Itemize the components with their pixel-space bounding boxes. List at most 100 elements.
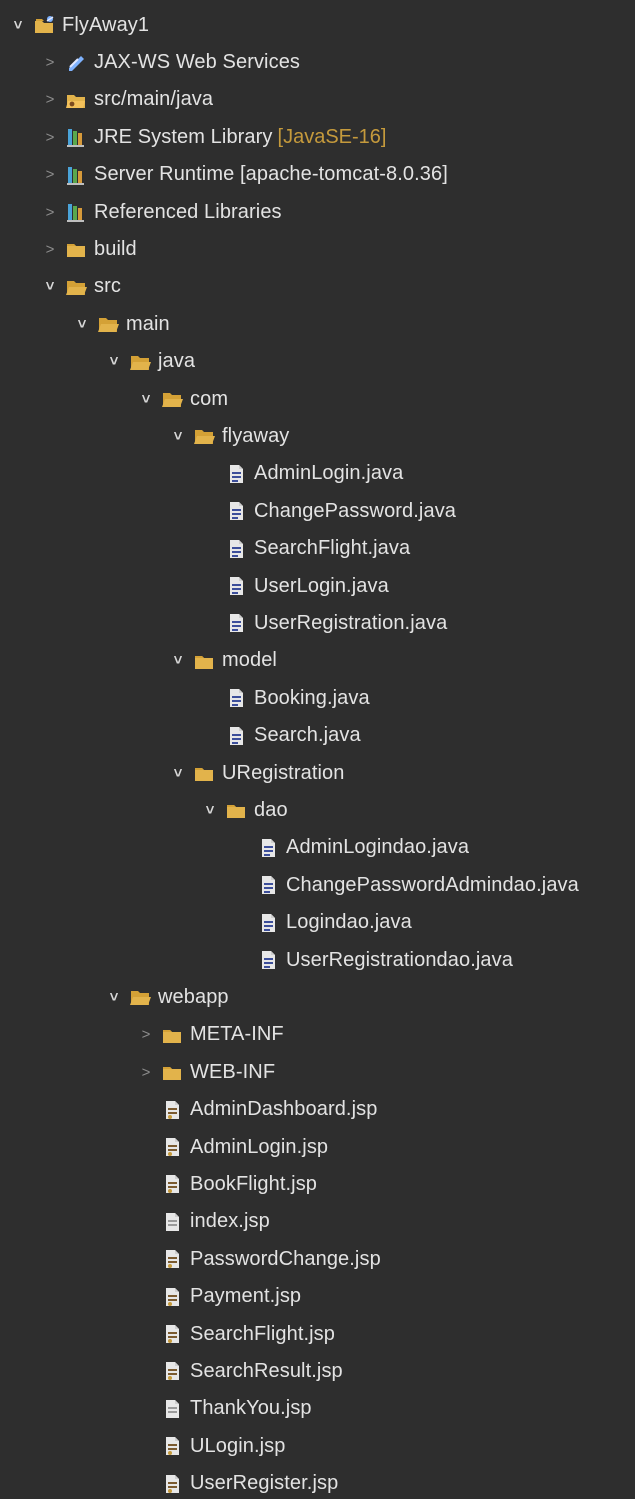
- jsp-file-icon: [160, 1172, 184, 1196]
- tree-item-label: META-INF: [190, 1023, 284, 1046]
- chevron-down-icon[interactable]: ˅: [168, 755, 188, 791]
- chevron-right-icon[interactable]: >: [40, 157, 60, 193]
- tree-item-label: ULogin.jsp: [190, 1434, 286, 1457]
- java-file-icon: [224, 574, 248, 598]
- tree-row[interactable]: ˅ java: [0, 344, 635, 380]
- tree-row[interactable]: > Referenced Libraries: [0, 194, 635, 230]
- tree-row[interactable]: AdminLogin.jsp: [0, 1129, 635, 1165]
- java-file-icon: [224, 686, 248, 710]
- tree-row[interactable]: > WEB-INF: [0, 1054, 635, 1090]
- tree-row[interactable]: Search.java: [0, 718, 635, 754]
- jsp-file-icon: [160, 1247, 184, 1271]
- tree-item-label: AdminLogin.jsp: [190, 1135, 329, 1158]
- tree-item-label: src: [94, 275, 121, 298]
- tree-row[interactable]: SearchFlight.jsp: [0, 1316, 635, 1352]
- tree-row[interactable]: > JAX-WS Web Services: [0, 44, 635, 80]
- folder-icon: [192, 761, 216, 785]
- chevron-down-icon[interactable]: ˅: [8, 7, 28, 43]
- chevron-right-icon[interactable]: >: [136, 1054, 156, 1090]
- tree-row[interactable]: SearchFlight.java: [0, 531, 635, 567]
- tree-item-label: flyaway: [222, 424, 290, 447]
- tree-item-label: Referenced Libraries: [94, 200, 282, 223]
- chevron-down-icon[interactable]: ˅: [168, 643, 188, 679]
- tree-row[interactable]: > build: [0, 231, 635, 267]
- folder-open-icon: [160, 387, 184, 411]
- tree-row[interactable]: ˅ webapp: [0, 979, 635, 1015]
- chevron-down-icon[interactable]: ˅: [200, 792, 220, 828]
- tree-row[interactable]: ˅ FlyAway1: [0, 7, 635, 43]
- chevron-down-icon[interactable]: ˅: [104, 979, 124, 1015]
- library-icon: [64, 163, 88, 187]
- folder-open-icon: [64, 275, 88, 299]
- library-icon: [64, 125, 88, 149]
- chevron-right-icon[interactable]: >: [40, 44, 60, 80]
- tree-item-label: Search.java: [254, 724, 361, 747]
- jsp-file-icon: [160, 1322, 184, 1346]
- tree-row[interactable]: ˅ main: [0, 306, 635, 342]
- tree-row[interactable]: index.jsp: [0, 1204, 635, 1240]
- tree-row[interactable]: UserRegistrationdao.java: [0, 942, 635, 978]
- chevron-right-icon[interactable]: >: [136, 1017, 156, 1053]
- tree-row[interactable]: ThankYou.jsp: [0, 1391, 635, 1427]
- jsp-file-icon: [160, 1359, 184, 1383]
- tree-row[interactable]: ChangePassword.java: [0, 493, 635, 529]
- chevron-down-icon[interactable]: ˅: [72, 306, 92, 342]
- tree-row[interactable]: ˅ com: [0, 381, 635, 417]
- tree-row[interactable]: UserRegister.jsp: [0, 1466, 635, 1499]
- chevron-right-icon[interactable]: >: [40, 82, 60, 118]
- tree-item-label: build: [94, 237, 137, 260]
- tree-row[interactable]: > JRE System Library [JavaSE-16]: [0, 119, 635, 155]
- tree-row[interactable]: ˅ src: [0, 269, 635, 305]
- tree-item-label: Payment.jsp: [190, 1285, 302, 1308]
- java-file-icon: [224, 537, 248, 561]
- folder-icon: [160, 1060, 184, 1084]
- tree-row[interactable]: ˅ model: [0, 643, 635, 679]
- tree-row[interactable]: ˅ flyaway: [0, 418, 635, 454]
- tree-row[interactable]: Logindao.java: [0, 905, 635, 941]
- project-icon: [32, 13, 56, 37]
- chevron-down-icon[interactable]: ˅: [168, 418, 188, 454]
- folder-icon: [192, 649, 216, 673]
- chevron-right-icon[interactable]: >: [40, 231, 60, 267]
- chevron-right-icon[interactable]: >: [40, 194, 60, 230]
- chevron-down-icon[interactable]: ˅: [40, 269, 60, 305]
- tree-item-label: PasswordChange.jsp: [190, 1247, 381, 1270]
- java-file-icon: [224, 724, 248, 748]
- tree-item-label: FlyAway1: [62, 13, 150, 36]
- tree-row[interactable]: ULogin.jsp: [0, 1428, 635, 1464]
- tree-row[interactable]: > src/main/java: [0, 82, 635, 118]
- chevron-down-icon[interactable]: ˅: [104, 344, 124, 380]
- java-file-icon: [256, 873, 280, 897]
- tree-row[interactable]: ˅ dao: [0, 792, 635, 828]
- tree-row[interactable]: PasswordChange.jsp: [0, 1241, 635, 1277]
- tree-row[interactable]: ˅ URegistration: [0, 755, 635, 791]
- tree-row[interactable]: AdminLogindao.java: [0, 830, 635, 866]
- tree-row[interactable]: ChangePasswordAdmindao.java: [0, 867, 635, 903]
- java-file-icon: [256, 836, 280, 860]
- tree-row[interactable]: UserLogin.java: [0, 568, 635, 604]
- tree-item-label: JRE System Library: [94, 125, 273, 148]
- chevron-right-icon[interactable]: >: [40, 119, 60, 155]
- tree-row[interactable]: SearchResult.jsp: [0, 1353, 635, 1389]
- jsp-file-icon: [160, 1434, 184, 1458]
- tree-row[interactable]: UserRegistration.java: [0, 605, 635, 641]
- tree-row[interactable]: AdminLogin.java: [0, 456, 635, 492]
- tree-item-label: SearchFlight.jsp: [190, 1322, 335, 1345]
- tree-row[interactable]: > META-INF: [0, 1017, 635, 1053]
- tree-row[interactable]: BookFlight.jsp: [0, 1166, 635, 1202]
- tree-row[interactable]: > Server Runtime [apache-tomcat-8.0.36]: [0, 157, 635, 193]
- tree-row[interactable]: AdminDashboard.jsp: [0, 1092, 635, 1128]
- java-file-icon: [224, 462, 248, 486]
- tree-row[interactable]: Payment.jsp: [0, 1279, 635, 1315]
- tree-item-label: ThankYou.jsp: [190, 1397, 312, 1420]
- tree-row[interactable]: Booking.java: [0, 680, 635, 716]
- chevron-down-icon[interactable]: ˅: [136, 381, 156, 417]
- java-file-icon: [256, 948, 280, 972]
- folder-open-icon: [192, 424, 216, 448]
